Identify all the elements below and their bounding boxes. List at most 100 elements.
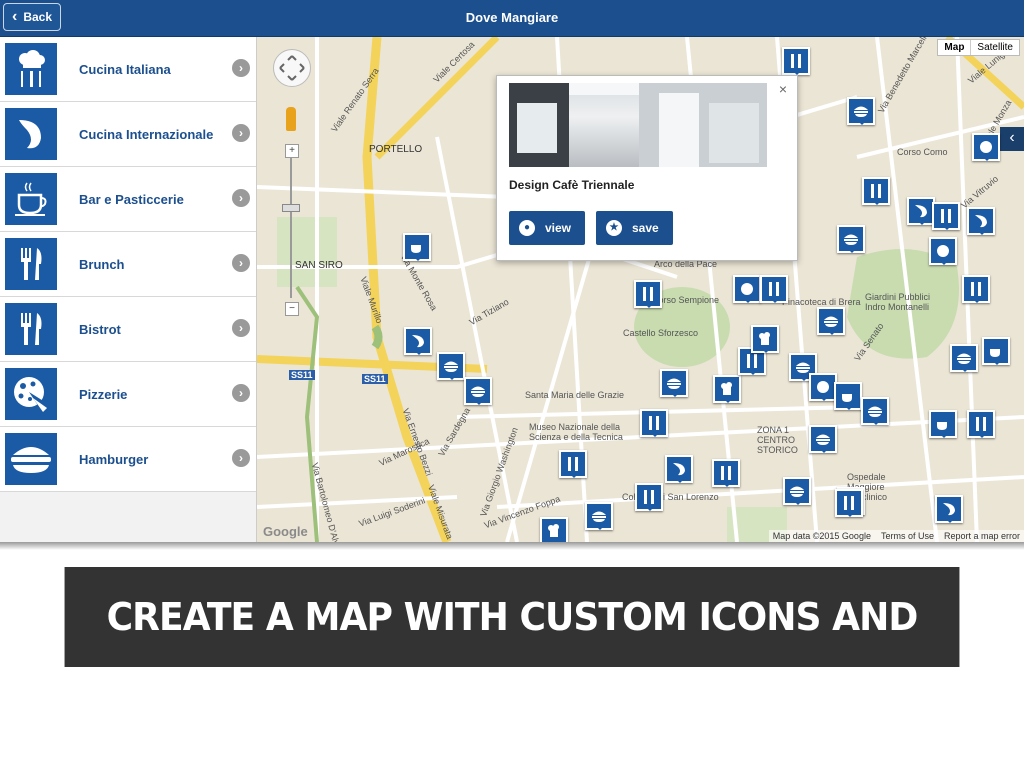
terms-of-use-link[interactable]: Terms of Use [881, 531, 934, 541]
map-label: Santa Maria delle Grazie [525, 390, 625, 400]
chevron-right-icon[interactable]: › [232, 59, 250, 77]
marker-hamburger-icon[interactable] [585, 502, 613, 530]
view-label: view [545, 221, 572, 235]
chevron-right-icon[interactable]: › [232, 449, 250, 467]
marker-fork-knife-icon[interactable] [835, 489, 863, 517]
marker-chef-icon[interactable] [713, 375, 741, 403]
divider-shadow [0, 542, 1024, 550]
marker-pizza-icon[interactable] [733, 275, 761, 303]
marker-fork-knife-icon[interactable] [712, 459, 740, 487]
map-type-satellite-button[interactable]: Satellite [971, 40, 1019, 55]
map-type-toggle: Map Satellite [937, 39, 1020, 56]
zoom-control: + − [282, 144, 300, 316]
street-view-pegman-icon[interactable] [286, 107, 296, 131]
zoom-in-button[interactable]: + [285, 144, 299, 158]
marker-pepper-icon[interactable] [967, 207, 995, 235]
marker-hamburger-icon[interactable] [783, 477, 811, 505]
star-icon: ★ [606, 220, 622, 236]
marker-coffee-icon[interactable] [834, 382, 862, 410]
map-label: PORTELLO [369, 144, 423, 155]
place-photo [509, 83, 767, 167]
marker-fork-knife-icon[interactable] [559, 450, 587, 478]
zoom-out-button[interactable]: − [285, 302, 299, 316]
marker-fork-knife-icon[interactable] [962, 275, 990, 303]
marker-fork-knife-icon[interactable] [634, 280, 662, 308]
category-label: Pizzerie [79, 386, 128, 402]
chevron-right-icon[interactable]: › [232, 384, 250, 402]
road-badge: SS11 [362, 374, 388, 384]
marker-fork-knife-icon[interactable] [635, 483, 663, 511]
marker-pepper-icon[interactable] [907, 197, 935, 225]
marker-pizza-icon[interactable] [809, 373, 837, 401]
marker-hamburger-icon[interactable] [809, 425, 837, 453]
category-sidebar: Cucina Italiana › Cucina Internazionale … [0, 37, 257, 542]
chef-hat-cutlery-icon [5, 43, 57, 95]
eye-icon: ● [519, 220, 535, 236]
chevron-right-icon[interactable]: › [232, 254, 250, 272]
map-attribution: Map data ©2015 Google Terms of Use Repor… [768, 530, 1024, 542]
view-button[interactable]: ● view [509, 211, 586, 245]
category-item-pizzerie[interactable]: Pizzerie › [0, 362, 256, 427]
marker-hamburger-icon[interactable] [847, 97, 875, 125]
google-logo: Google [263, 524, 308, 539]
marker-pepper-icon[interactable] [665, 455, 693, 483]
pizza-icon [5, 368, 57, 420]
marker-coffee-icon[interactable] [403, 233, 431, 261]
map-view[interactable]: PORTELLO SAN SIRO Viale Renato Serra Via… [257, 37, 1024, 542]
marker-coffee-icon[interactable] [982, 337, 1010, 365]
report-map-error-link[interactable]: Report a map error [944, 531, 1020, 541]
marker-fork-knife-icon[interactable] [640, 409, 668, 437]
map-label: Corso Sempione [652, 295, 720, 305]
marker-fork-knife-icon[interactable] [782, 47, 810, 75]
category-item-bistrot[interactable]: Bistrot › [0, 297, 256, 362]
chevron-right-icon[interactable]: › [232, 124, 250, 142]
back-button[interactable]: ‹ Back [3, 3, 61, 31]
category-item-brunch[interactable]: Brunch › [0, 232, 256, 297]
marker-hamburger-icon[interactable] [950, 344, 978, 372]
chevron-right-icon[interactable]: › [232, 189, 250, 207]
marker-pepper-icon[interactable] [935, 495, 963, 523]
map-label: ZONA 1 CENTRO STORICO [757, 425, 798, 455]
chevron-right-icon[interactable]: › [232, 319, 250, 337]
marker-hamburger-icon[interactable] [861, 397, 889, 425]
category-item-cucina-italiana[interactable]: Cucina Italiana › [0, 37, 256, 102]
marker-fork-knife-icon[interactable] [967, 410, 995, 438]
save-button[interactable]: ★ save [596, 211, 673, 245]
marker-hamburger-icon[interactable] [437, 352, 465, 380]
marker-hamburger-icon[interactable] [464, 377, 492, 405]
marker-hamburger-icon[interactable] [660, 369, 688, 397]
category-item-hamburger[interactable]: Hamburger › [0, 427, 256, 492]
promo-banner: CREATE A MAP WITH CUSTOM ICONS AND CATEG… [64, 567, 960, 739]
marker-hamburger-icon[interactable] [837, 225, 865, 253]
category-label: Cucina Italiana [79, 61, 171, 77]
panel-toggle-button[interactable]: ‹ [1000, 127, 1024, 151]
fork-knife-icon [5, 303, 57, 355]
zoom-slider-handle[interactable] [282, 204, 300, 212]
map-label: Pinacoteca di Brera [782, 297, 861, 307]
zoom-slider-track[interactable] [290, 158, 292, 298]
fork-knife-icon [5, 238, 57, 290]
marker-fork-knife-icon[interactable] [862, 177, 890, 205]
map-label: Castello Sforzesco [623, 328, 699, 338]
marker-pepper-icon[interactable] [404, 327, 432, 355]
page-title: Dove Mangiare [465, 10, 559, 25]
category-item-cucina-internazionale[interactable]: Cucina Internazionale › [0, 102, 256, 167]
marker-chef-icon[interactable] [751, 325, 779, 353]
marker-pizza-icon[interactable] [972, 133, 1000, 161]
marker-fork-knife-icon[interactable] [760, 275, 788, 303]
marker-chef-icon[interactable] [540, 517, 568, 542]
marker-fork-knife-icon[interactable] [932, 202, 960, 230]
category-item-bar-pasticcerie[interactable]: Bar e Pasticcerie › [0, 167, 256, 232]
marker-hamburger-icon[interactable] [817, 307, 845, 335]
marker-pizza-icon[interactable] [929, 237, 957, 265]
road-badge: SS11 [289, 370, 315, 380]
close-popup-button[interactable]: × [779, 81, 787, 97]
hamburger-icon [5, 433, 57, 485]
map-type-map-button[interactable]: Map [938, 40, 972, 55]
map-label: Corso Como [897, 147, 948, 157]
coffee-cup-icon [5, 173, 57, 225]
back-label: Back [23, 10, 53, 24]
marker-coffee-icon[interactable] [929, 410, 957, 438]
category-label: Brunch [79, 256, 125, 272]
pan-control-icon[interactable] [273, 49, 311, 87]
